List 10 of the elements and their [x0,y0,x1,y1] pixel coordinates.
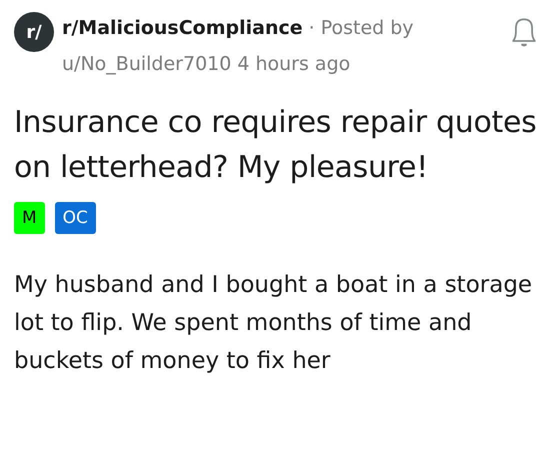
community-avatar[interactable]: r/ [14,12,54,52]
post-time: 4 hours ago [237,52,350,77]
flair-tag: M [14,202,45,234]
posted-by-label: Posted by [320,16,414,41]
post-body: My husband and I bought a boat in a storage lot to flip. We spent months of time and buckets of money to fix her [14,271,534,376]
post-title: Insurance co requires repair quotes on letterhead? My pleasure! [14,104,538,187]
community-link[interactable]: r/MaliciousCompliance [62,10,303,46]
flair-tag: OC [54,202,96,234]
separator-dot: · [308,16,315,41]
author-link[interactable]: u/No_Builder7010 [62,46,232,82]
